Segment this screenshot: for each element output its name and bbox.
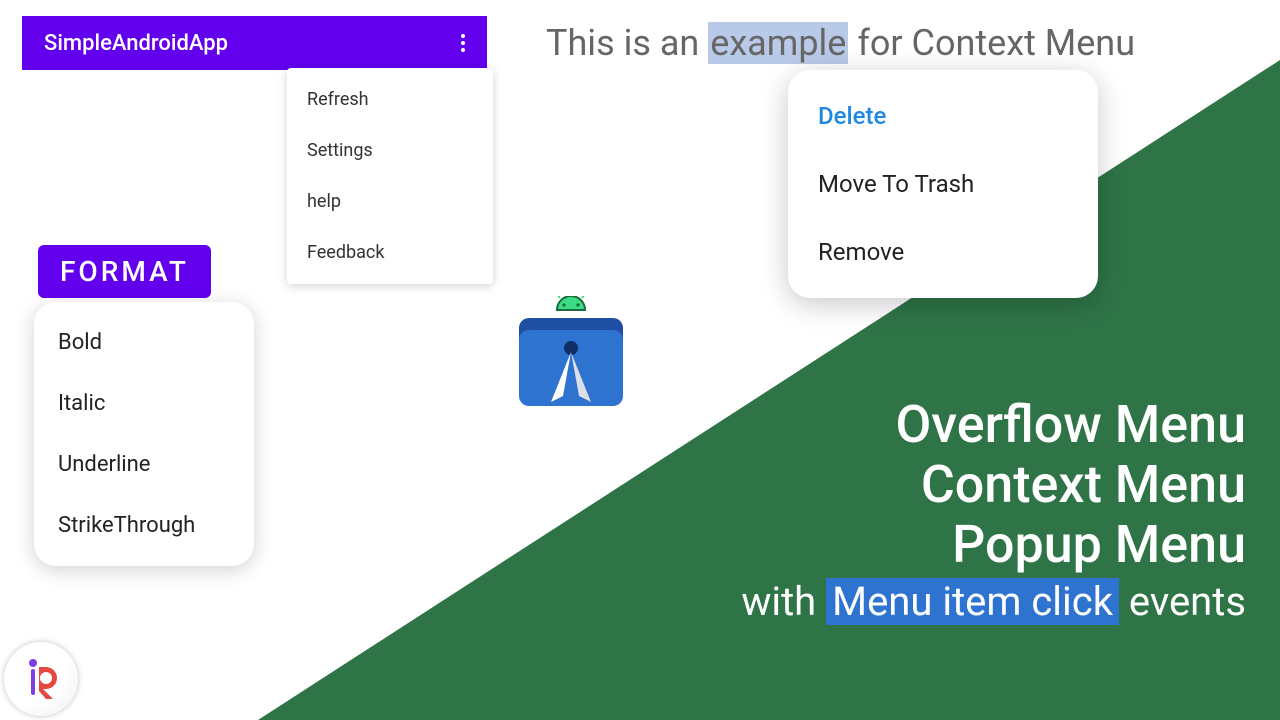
popup-item-italic[interactable]: Italic bbox=[34, 373, 254, 434]
context-menu: Delete Move To Trash Remove bbox=[788, 70, 1098, 298]
popup-menu: Bold Italic Underline StrikeThrough bbox=[34, 302, 254, 566]
overflow-item-refresh[interactable]: Refresh bbox=[287, 74, 493, 125]
example-text: This is an example for Context Menu bbox=[546, 22, 1135, 64]
title-line-1: Overflow Menu bbox=[741, 395, 1246, 455]
overflow-icon[interactable] bbox=[453, 26, 473, 60]
selected-word[interactable]: example bbox=[708, 22, 848, 64]
context-item-delete[interactable]: Delete bbox=[788, 82, 1098, 150]
overflow-item-feedback[interactable]: Feedback bbox=[287, 227, 493, 278]
channel-logo-icon bbox=[4, 642, 78, 716]
popup-item-bold[interactable]: Bold bbox=[34, 312, 254, 373]
app-title: SimpleAndroidApp bbox=[44, 31, 228, 56]
overflow-item-settings[interactable]: Settings bbox=[287, 125, 493, 176]
format-button[interactable]: FORMAT bbox=[38, 245, 211, 298]
context-item-remove[interactable]: Remove bbox=[788, 218, 1098, 286]
app-bar: SimpleAndroidApp bbox=[22, 16, 487, 70]
overflow-item-help[interactable]: help bbox=[287, 176, 493, 227]
title-line-2: Context Menu bbox=[741, 455, 1246, 515]
popup-item-strikethrough[interactable]: StrikeThrough bbox=[34, 495, 254, 556]
sub-highlight: Menu item click bbox=[826, 578, 1119, 625]
sub-before: with bbox=[741, 578, 826, 625]
android-studio-icon bbox=[505, 296, 635, 430]
example-after: for Context Menu bbox=[848, 22, 1135, 64]
subtitle: with Menu item click events bbox=[741, 578, 1246, 625]
context-item-trash[interactable]: Move To Trash bbox=[788, 150, 1098, 218]
title-line-3: Popup Menu bbox=[741, 515, 1246, 575]
sub-after: events bbox=[1119, 578, 1246, 625]
example-before: This is an bbox=[546, 22, 708, 64]
overflow-menu: Refresh Settings help Feedback bbox=[287, 68, 493, 284]
title-block: Overflow Menu Context Menu Popup Menu wi… bbox=[741, 395, 1246, 625]
popup-item-underline[interactable]: Underline bbox=[34, 434, 254, 495]
